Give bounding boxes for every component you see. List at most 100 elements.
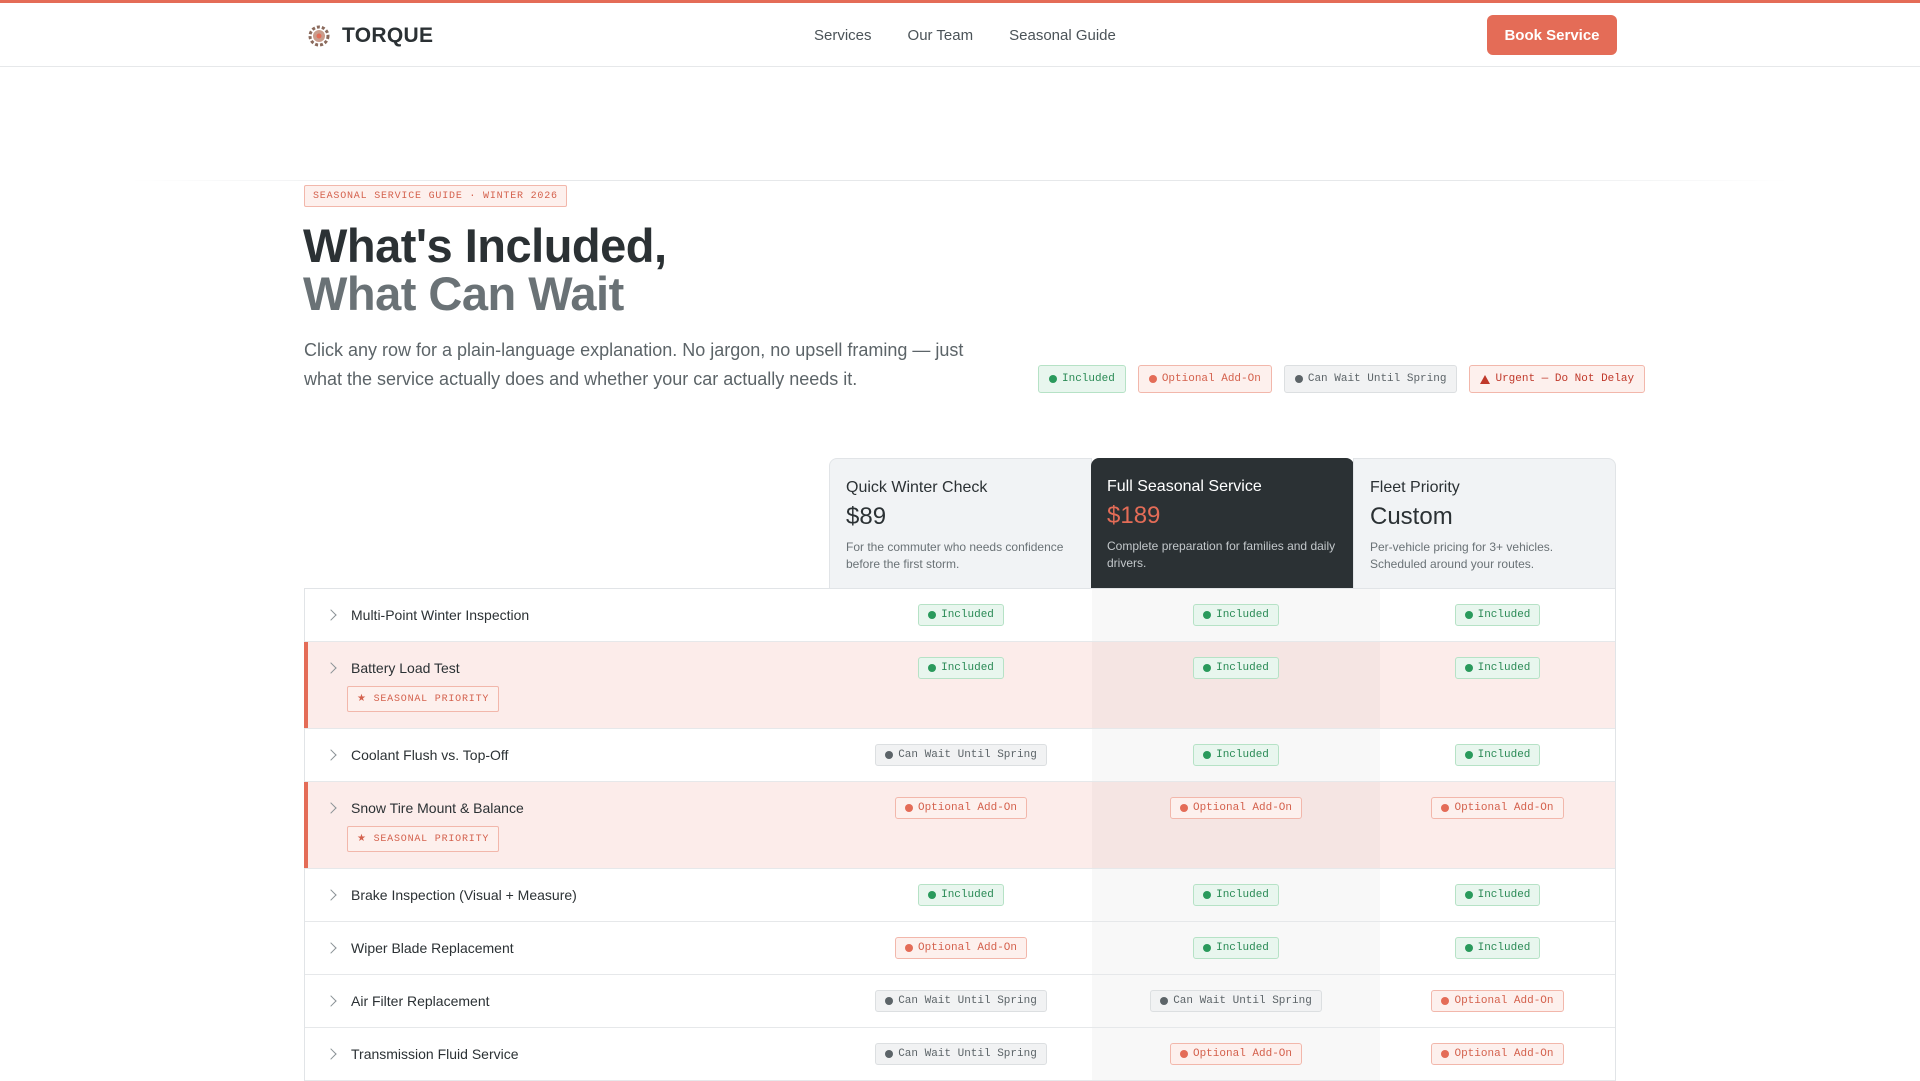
chevron-right-icon[interactable] (325, 942, 337, 954)
status-badge: Included (1193, 604, 1279, 626)
nav-link-our-team[interactable]: Our Team (908, 27, 974, 44)
table-row[interactable]: Multi-Point Winter Inspection Included Inc… (305, 589, 1615, 642)
status-badge: Can Wait Until Spring (1150, 990, 1322, 1012)
table-row[interactable]: Snow Tire Mount & Balance ★ SEASONAL PRIO… (304, 782, 1615, 869)
book-service-button[interactable]: Book Service (1487, 15, 1617, 55)
seasonal-priority-tag: ★ SEASONAL PRIORITY (347, 826, 500, 852)
plus-icon (1441, 804, 1450, 812)
status-badge: Can Wait Until Spring (875, 744, 1047, 766)
row-title[interactable]: Brake Inspection (Visual + Measure) (325, 869, 830, 921)
status-badge: Included (1454, 937, 1541, 959)
row-title[interactable]: Coolant Flush vs. Top-Off (325, 729, 830, 781)
plan-card-quick-winter-check[interactable]: Quick Winter Check $89 For the commuter … (829, 458, 1092, 588)
legend-urgent: Urgent — Do Not Delay (1469, 365, 1646, 393)
clock-icon (885, 751, 894, 759)
check-icon (1203, 664, 1212, 672)
status-cell: Included (1092, 869, 1380, 921)
status-badge: Optional Add-On (894, 797, 1028, 819)
status-badge: Included (1454, 744, 1541, 766)
row-title[interactable]: Air Filter Replacement (325, 975, 830, 1027)
chevron-right-icon[interactable] (325, 889, 337, 901)
row-label-cell: Brake Inspection (Visual + Measure) (305, 869, 830, 921)
status-badge: Optional Add-On (1431, 1043, 1564, 1065)
plan-card-fleet-priority[interactable]: Fleet Priority Custom Per-vehicle pricin… (1353, 458, 1616, 588)
table-row[interactable]: Battery Load Test ★ SEASONAL PRIORITY Incl… (304, 642, 1615, 729)
plan-price: Custom (1370, 503, 1453, 530)
check-icon (1203, 751, 1212, 759)
status-badge: Included (1193, 937, 1279, 959)
chevron-right-icon[interactable] (325, 609, 337, 621)
status-text: Optional Add-On (917, 942, 1018, 954)
status-text: Included (941, 889, 994, 901)
nav-link-services[interactable]: Services (814, 27, 872, 44)
row-title-text: Snow Tire Mount & Balance (351, 800, 524, 816)
table-row[interactable]: Wiper Blade Replacement Optional Add-On In… (305, 922, 1615, 975)
status-cell: Included (1380, 729, 1615, 781)
status-text: Included (1216, 609, 1269, 621)
legend-wait: Can Wait Until Spring (1283, 365, 1458, 393)
brand[interactable]: TORQUE (306, 23, 433, 49)
plus-icon (1179, 804, 1188, 812)
row-label-cell: Transmission Fluid Service (305, 1028, 830, 1080)
row-label-cell: Battery Load Test ★ SEASONAL PRIORITY (305, 642, 830, 728)
service-comparison-table: Multi-Point Winter Inspection Included Inc… (304, 588, 1616, 1081)
nav-link-seasonal-guide[interactable]: Seasonal Guide (1009, 27, 1116, 44)
check-icon (928, 664, 937, 672)
status-text: Can Wait Until Spring (898, 995, 1037, 1007)
row-title-text: Brake Inspection (Visual + Measure) (351, 887, 577, 903)
check-icon (1049, 375, 1057, 383)
page-subtitle: What Can Wait (303, 267, 624, 320)
nav-links: Services Our Team Seasonal Guide (814, 27, 1116, 44)
status-cell: Included (1380, 922, 1615, 974)
chevron-right-icon[interactable] (325, 662, 337, 674)
status-text: Optional Add-On (1192, 1048, 1293, 1060)
plan-price: $189 (1107, 502, 1161, 529)
status-badge: Optional Add-On (1431, 797, 1564, 819)
status-text: Included (1477, 889, 1531, 901)
row-label-cell: Snow Tire Mount & Balance ★ SEASONAL PRIO… (305, 782, 830, 868)
status-badge: Can Wait Until Spring (875, 990, 1047, 1012)
check-icon (1203, 891, 1212, 899)
brand-name: TORQUE (342, 24, 434, 47)
status-badge: Optional Add-On (1431, 990, 1564, 1012)
status-cell: Included (830, 589, 1092, 641)
status-text: Optional Add-On (1454, 802, 1554, 814)
plan-card-full-seasonal-service[interactable]: Full Seasonal Service $189 Complete prep… (1091, 458, 1354, 588)
page-title: What's Included, (303, 219, 667, 272)
clock-icon (885, 997, 894, 1005)
chevron-right-icon[interactable] (325, 1048, 337, 1060)
clock-icon (885, 1050, 894, 1058)
row-title[interactable]: Transmission Fluid Service (325, 1028, 830, 1080)
plan-description: For the commuter who needs confidence be… (846, 540, 1064, 571)
eyebrow-tag: SEASONAL SERVICE GUIDE · WINTER 2026 (304, 185, 567, 207)
table-row[interactable]: Transmission Fluid Service Can Wait Until… (305, 1028, 1615, 1081)
table-row[interactable]: Brake Inspection (Visual + Measure) Inclu… (305, 869, 1615, 922)
check-icon (928, 611, 937, 619)
check-icon (1464, 944, 1473, 952)
status-cell: Included (1092, 729, 1380, 781)
table-row[interactable]: Coolant Flush vs. Top-Off Can Wait Until … (305, 729, 1615, 782)
status-cell: Included (1380, 589, 1615, 641)
status-cell: Optional Add-On (1380, 975, 1615, 1027)
plus-icon (1441, 1050, 1450, 1058)
chevron-right-icon[interactable] (325, 802, 337, 814)
plan-name: Quick Winter Check (846, 479, 988, 496)
clock-icon (1160, 997, 1169, 1005)
status-text: Included (941, 662, 994, 674)
row-label-cell: Multi-Point Winter Inspection (305, 589, 830, 641)
status-text: Can Wait Until Spring (898, 749, 1037, 761)
status-text: Optional Add-On (1454, 995, 1554, 1007)
plan-description: Complete preparation for families and da… (1107, 539, 1336, 570)
plus-icon (904, 804, 913, 812)
chevron-right-icon[interactable] (325, 995, 337, 1007)
chevron-right-icon[interactable] (325, 749, 337, 761)
row-title[interactable]: Multi-Point Winter Inspection (325, 589, 830, 641)
status-cell: Included (830, 642, 1092, 728)
row-title[interactable]: Wiper Blade Replacement (325, 922, 830, 974)
table-row[interactable]: Air Filter Replacement Can Wait Until Spr… (305, 975, 1615, 1028)
status-cell: Can Wait Until Spring (830, 975, 1092, 1027)
status-cell: Can Wait Until Spring (830, 729, 1092, 781)
status-legend: Included Optional Add-On Can Wait Until … (1038, 365, 1646, 393)
status-cell: Included (1092, 589, 1380, 641)
status-text: Optional Add-On (1454, 1048, 1554, 1060)
